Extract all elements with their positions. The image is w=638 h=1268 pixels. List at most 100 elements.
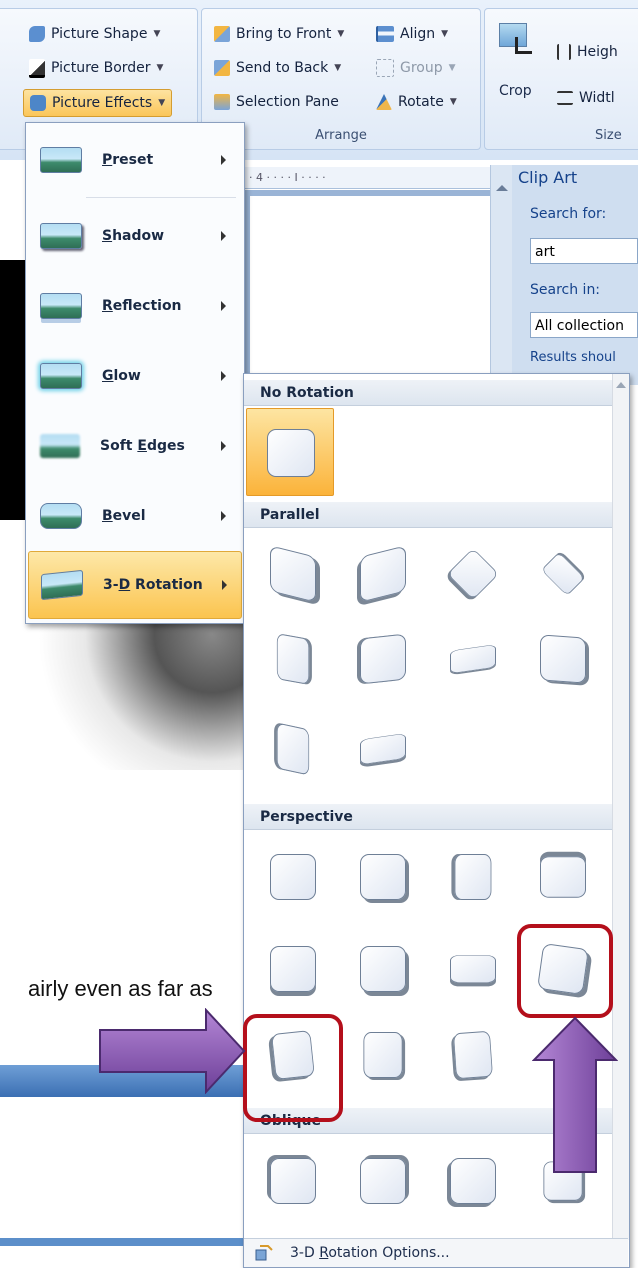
rotation-preview-shape bbox=[450, 644, 496, 674]
menu-item-3d-rotation[interactable]: 3-D Rotation bbox=[28, 551, 242, 619]
status-bar-lower bbox=[0, 1238, 245, 1246]
3d-rotation-icon bbox=[41, 569, 83, 601]
submenu-arrow-icon bbox=[221, 301, 226, 311]
highlight-box-right bbox=[517, 924, 613, 1018]
picture-effects-icon bbox=[30, 95, 46, 111]
rotation-preset-parallel-5[interactable] bbox=[262, 630, 320, 688]
rotation-preset-parallel-4[interactable] bbox=[532, 545, 590, 603]
submenu-arrow-icon bbox=[221, 441, 226, 451]
menu-item-glow[interactable]: Glow bbox=[28, 343, 240, 409]
rotation-preview-shape bbox=[360, 854, 406, 900]
menu-item-reflection[interactable]: Reflection bbox=[28, 273, 240, 339]
rotation-preset-oblique-1[interactable] bbox=[262, 1152, 320, 1210]
slide-page[interactable] bbox=[250, 196, 490, 380]
rotation-preset-perspective-7[interactable] bbox=[442, 940, 500, 998]
rotation-preview-shape bbox=[270, 1158, 316, 1204]
submenu-arrow-icon bbox=[221, 371, 226, 381]
bring-to-front-button[interactable]: Bring to Front ▼ bbox=[208, 21, 350, 47]
menu-item-bevel[interactable]: Bevel bbox=[28, 483, 240, 549]
rotation-preview-shape bbox=[270, 545, 316, 603]
rotation-preset-perspective-11[interactable] bbox=[442, 1026, 500, 1084]
picture-effects-button[interactable]: Picture Effects ▼ bbox=[23, 89, 173, 117]
menu-item-preset[interactable]: Preset bbox=[28, 127, 240, 193]
menu-item-soft-edges[interactable]: Soft Edges bbox=[28, 413, 240, 479]
send-to-back-button[interactable]: Send to Back ▼ bbox=[208, 55, 347, 81]
body-text: airly even as far as bbox=[28, 976, 213, 1001]
rotation-preset-parallel-10[interactable] bbox=[352, 720, 410, 778]
dropdown-arrow-icon: ▼ bbox=[448, 63, 456, 73]
soft-edges-icon bbox=[40, 434, 80, 458]
rotate-icon bbox=[376, 94, 392, 110]
height-field[interactable]: Heigh bbox=[551, 39, 624, 65]
rotation-preset-perspective-10[interactable] bbox=[352, 1026, 410, 1084]
size-group-label: Size bbox=[595, 128, 622, 143]
scroll-up-icon[interactable] bbox=[496, 185, 508, 191]
rotation-preview-shape bbox=[360, 1158, 406, 1204]
align-button[interactable]: Align ▼ bbox=[370, 21, 454, 47]
rotate-button[interactable]: Rotate ▼ bbox=[370, 89, 463, 115]
rotation-preset-perspective-6[interactable] bbox=[352, 940, 410, 998]
rotation-preset-none-1[interactable] bbox=[246, 408, 334, 496]
submenu-arrow-icon bbox=[221, 511, 226, 521]
dropdown-arrow-icon: ▼ bbox=[158, 98, 166, 108]
rotation-preset-parallel-6[interactable] bbox=[352, 630, 410, 688]
menu-item-shadow[interactable]: Shadow bbox=[28, 203, 240, 269]
rotation-preview-shape bbox=[360, 946, 406, 992]
height-icon bbox=[557, 44, 571, 60]
rotation-preview-shape bbox=[270, 854, 316, 900]
rotation-preview-shape bbox=[270, 946, 316, 992]
rotation-preset-parallel-3[interactable] bbox=[442, 545, 500, 603]
width-icon bbox=[557, 91, 573, 105]
picture-border-button[interactable]: Picture Border ▼ bbox=[23, 55, 169, 81]
rotation-preview-shape bbox=[540, 856, 586, 898]
rotation-preset-parallel-2[interactable] bbox=[352, 545, 410, 603]
search-input[interactable]: art bbox=[530, 238, 638, 264]
rotation-preset-perspective-4[interactable] bbox=[532, 848, 590, 906]
submenu-arrow-icon bbox=[222, 580, 227, 590]
rotation-preset-parallel-7[interactable] bbox=[442, 630, 500, 688]
rotation-preview-shape bbox=[453, 1030, 493, 1080]
rotation-preview-shape bbox=[450, 1158, 496, 1204]
bring-to-front-icon bbox=[214, 26, 230, 42]
rotation-preset-parallel-9[interactable] bbox=[262, 720, 320, 778]
section-parallel: Parallel bbox=[244, 502, 612, 528]
dropdown-arrow-icon: ▼ bbox=[153, 29, 161, 39]
rotation-preset-oblique-2[interactable] bbox=[352, 1152, 410, 1210]
rotation-preset-parallel-1[interactable] bbox=[262, 545, 320, 603]
highlight-box-left bbox=[243, 1014, 343, 1122]
align-icon bbox=[376, 26, 394, 42]
rotation-preset-perspective-2[interactable] bbox=[352, 848, 410, 906]
crop-icon[interactable] bbox=[497, 21, 533, 55]
reflection-icon bbox=[40, 293, 82, 319]
picture-effects-menu: Preset Shadow Reflection Glow Soft Edges… bbox=[25, 122, 245, 624]
rotation-preset-oblique-3[interactable] bbox=[442, 1152, 500, 1210]
group-icon bbox=[376, 59, 394, 77]
rotation-preview-shape bbox=[360, 733, 406, 765]
rotation-preset-perspective-5[interactable] bbox=[262, 940, 320, 998]
vertical-scrollbar[interactable] bbox=[490, 165, 513, 385]
crop-button[interactable]: Crop bbox=[499, 83, 532, 99]
selection-pane-button[interactable]: Selection Pane bbox=[208, 89, 345, 115]
group-button[interactable]: Group ▼ bbox=[370, 55, 462, 81]
rotation-preview-shape bbox=[276, 633, 310, 685]
clip-art-title: Clip Art bbox=[518, 168, 578, 187]
ruler: · 4 · · · · I · · · · bbox=[245, 167, 490, 189]
search-in-select[interactable]: All collection bbox=[530, 312, 638, 338]
rotation-preset-parallel-8[interactable] bbox=[532, 630, 590, 688]
picture-shape-icon bbox=[29, 26, 45, 42]
arrow-right-annotation bbox=[99, 1008, 246, 1094]
scroll-up-icon[interactable] bbox=[616, 382, 626, 388]
width-field[interactable]: Widtl bbox=[551, 85, 621, 111]
rotation-preview-shape bbox=[540, 634, 586, 684]
document-image-soft bbox=[25, 620, 245, 770]
rotation-options-icon bbox=[254, 1244, 274, 1262]
glow-icon bbox=[40, 363, 82, 389]
dropdown-arrow-icon: ▼ bbox=[156, 63, 164, 73]
bevel-icon bbox=[40, 503, 82, 529]
rotation-preset-perspective-3[interactable] bbox=[442, 848, 500, 906]
3d-rotation-options-button[interactable]: 3-D Rotation Options... bbox=[244, 1238, 628, 1267]
picture-shape-button[interactable]: Picture Shape ▼ bbox=[23, 21, 166, 47]
picture-border-icon bbox=[29, 58, 45, 78]
rotation-preview-shape bbox=[450, 955, 496, 983]
rotation-preset-perspective-1[interactable] bbox=[262, 848, 320, 906]
